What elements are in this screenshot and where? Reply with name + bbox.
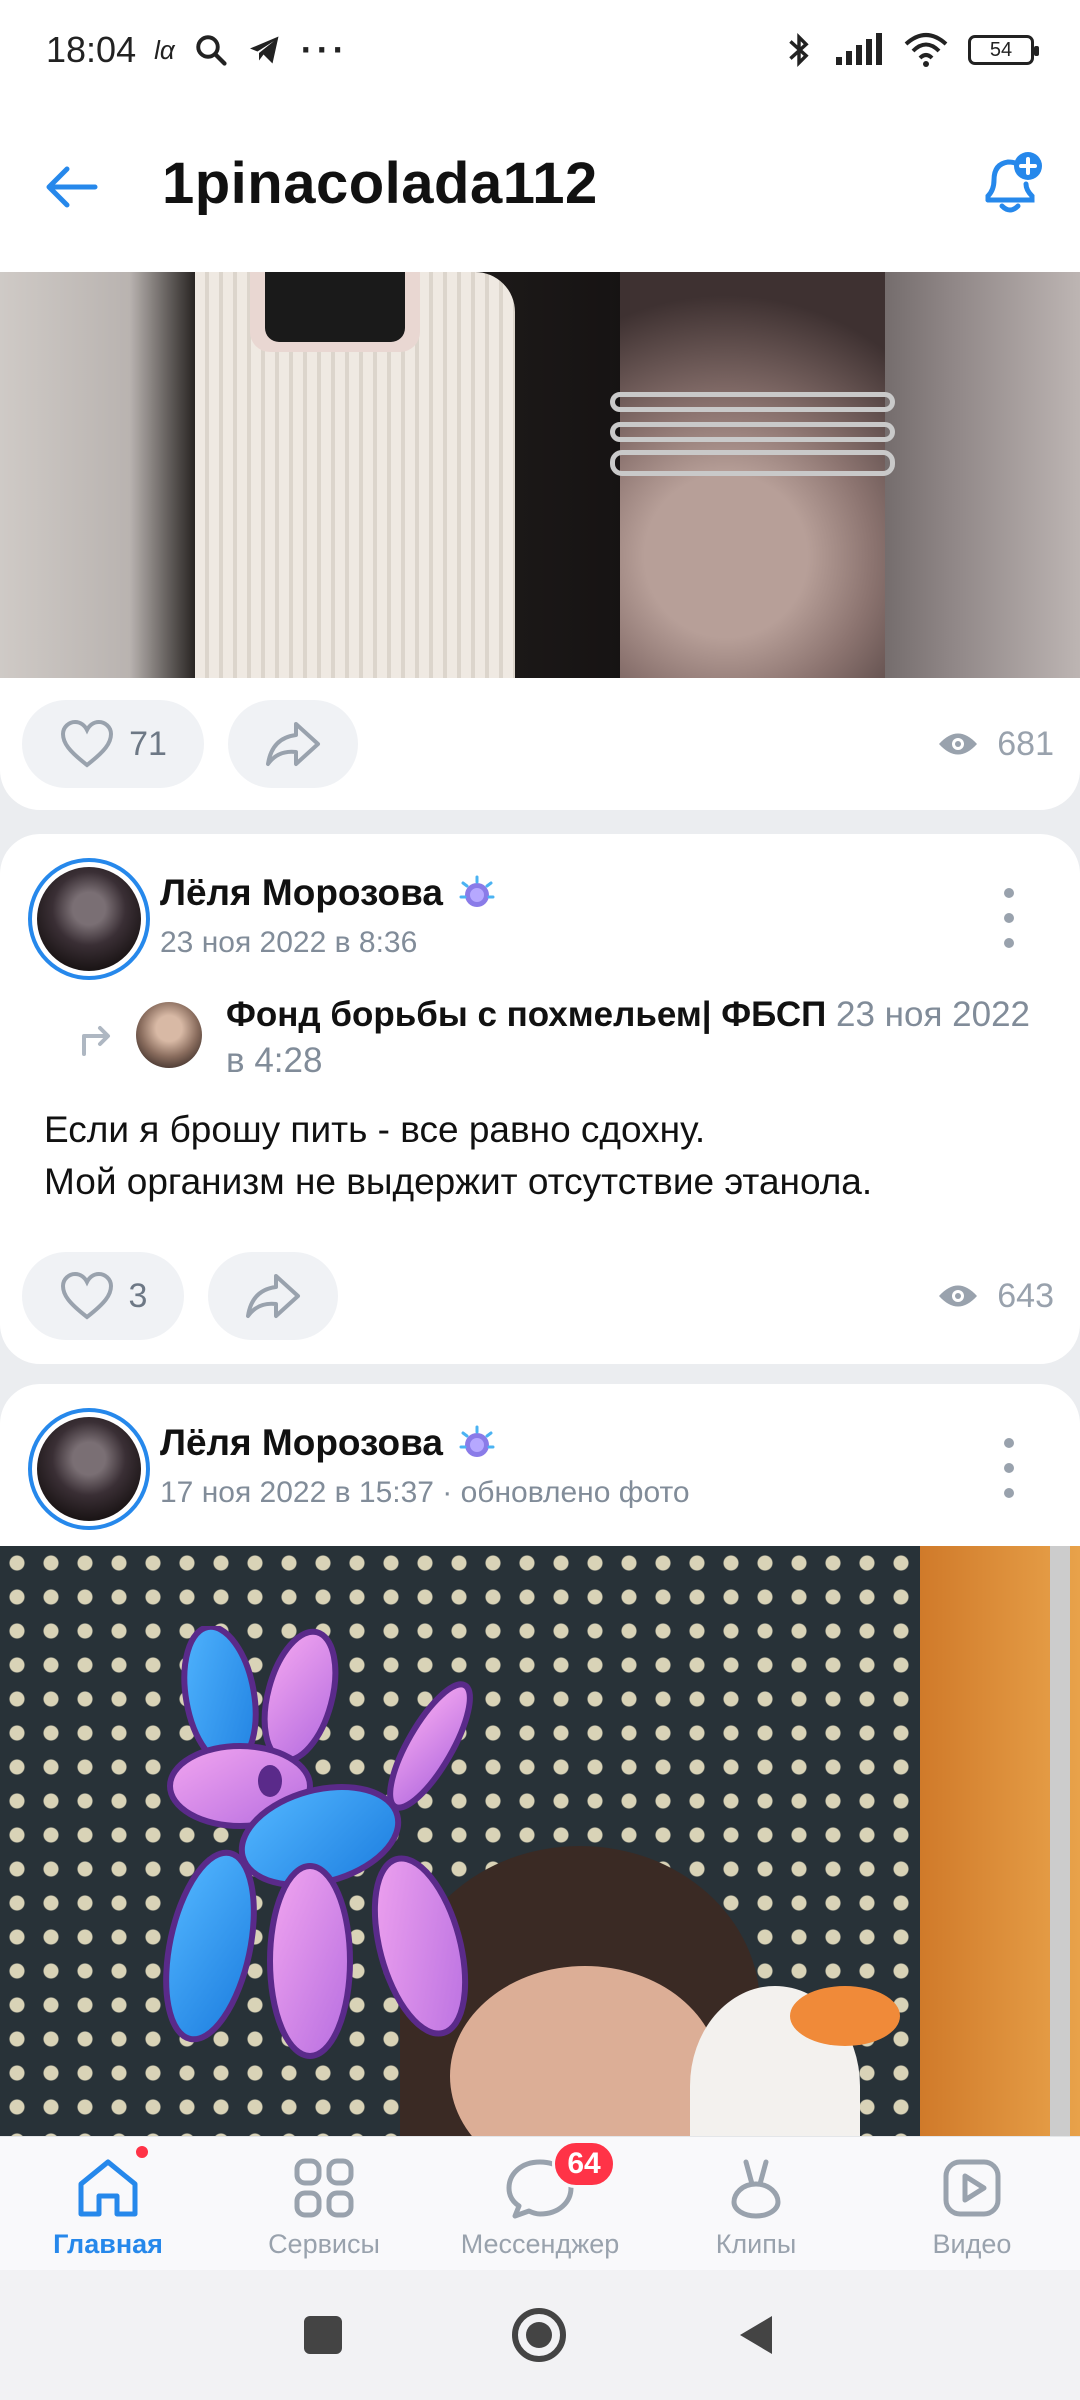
telegram-icon [249, 36, 279, 64]
avatar-image [37, 867, 141, 971]
repost-source[interactable]: Фонд борьбы с похмельем| ФБСП 23 ноя 202… [70, 992, 1070, 1092]
more-vertical-icon [1004, 913, 1014, 923]
balloon-dog-sticker [163, 1626, 473, 2059]
signal-icon [836, 33, 882, 65]
photo-frame-edge [1050, 1546, 1070, 2146]
photo-chain-bracelet [610, 422, 895, 442]
author-name: Лёля Морозова [160, 872, 443, 913]
post-header: Лёля Морозова 23 ноя 2022 в 8:36 [0, 834, 1080, 984]
photo-watch-face [265, 272, 405, 342]
bottom-navigation: Главная Сервисы Мессенджер Клипы Видео [0, 2136, 1080, 2270]
notifications-plus-icon [985, 152, 1042, 213]
views-counter: 643 [937, 1252, 1054, 1340]
nav-services[interactable]: Сервисы [216, 2137, 432, 2270]
more-vertical-icon [1004, 1438, 1014, 1448]
post-actions: 71 681 [0, 700, 1080, 790]
status-bar: 18:04 lα ··· 54 [0, 0, 1080, 100]
share-button[interactable] [228, 700, 358, 788]
messenger-unread-badge: 64 [552, 2140, 616, 2188]
author-avatar[interactable] [28, 1408, 150, 1530]
repost-source-avatar[interactable] [136, 1002, 202, 1068]
post-text-line: Мой организм не выдержит отсутствие этан… [44, 1161, 873, 1202]
nav-clips[interactable]: Клипы [648, 2137, 864, 2270]
video-icon [943, 2159, 1001, 2217]
author-name-row[interactable]: Лёля Морозова [160, 1422, 497, 1464]
back-arrow-icon [46, 166, 98, 208]
repost-arrow-icon [82, 1026, 110, 1056]
share-button[interactable] [208, 1252, 338, 1340]
status-emoji-icon [459, 1425, 495, 1457]
nav-label: Видео [932, 2229, 1012, 2259]
photo-plush-beak [790, 1986, 900, 2046]
post-photo[interactable] [0, 1546, 1080, 2146]
nav-home[interactable]: Главная [0, 2137, 216, 2270]
author-name: Лёля Морозова [160, 1422, 443, 1463]
more-vertical-icon [1004, 938, 1014, 948]
avatar-image [37, 1417, 141, 1521]
nav-video[interactable]: Видео [864, 2137, 1080, 2270]
repost-source-name[interactable]: Фонд борьбы с похмельем| ФБСП [226, 995, 826, 1034]
post-date: 23 ноя 2022 в 8:36 [160, 926, 418, 959]
views-count: 643 [997, 1276, 1054, 1315]
back-button[interactable] [36, 152, 106, 222]
post-date: 17 ноя 2022 в 15:37 · обновлено фото [160, 1476, 690, 1509]
share-icon [246, 1274, 300, 1318]
nav-label: Сервисы [268, 2229, 380, 2259]
eye-icon [939, 1285, 978, 1307]
repost-source-text: Фонд борьбы с похмельем| ФБСП 23 ноя 202… [226, 992, 1056, 1084]
views-counter: 681 [937, 700, 1054, 788]
back-system-button[interactable] [736, 2312, 776, 2358]
like-button[interactable]: 71 [22, 700, 204, 788]
post-photo[interactable] [0, 272, 1080, 678]
post-actions: 3 643 [0, 1252, 1080, 1342]
photo-chain-bracelet [610, 392, 895, 412]
more-vertical-icon [1004, 1463, 1014, 1473]
like-count: 71 [129, 724, 167, 763]
notifications-subscribe-button[interactable] [970, 146, 1050, 226]
search-icon [196, 35, 227, 66]
like-count: 3 [128, 1276, 148, 1315]
heart-icon [61, 719, 114, 768]
nav-label: Главная [53, 2229, 163, 2259]
post-text: Если я брошу пить - все равно сдохну. Мо… [44, 1104, 1044, 1208]
home-system-button[interactable] [512, 2308, 566, 2362]
system-navigation-bar [0, 2270, 1080, 2400]
post-menu-button[interactable] [994, 888, 1024, 948]
photo-chain-bracelet [610, 450, 895, 476]
share-icon [266, 722, 320, 766]
bluetooth-icon [789, 33, 809, 67]
page-title: 1pinacolada112 [162, 151, 598, 216]
home-notification-dot [133, 2143, 151, 2161]
author-name-row[interactable]: Лёля Морозова [160, 872, 497, 914]
more-vertical-icon [1004, 888, 1014, 898]
app-header: 1pinacolada112 [0, 100, 1080, 272]
author-avatar[interactable] [28, 858, 150, 980]
wifi-icon [904, 33, 948, 67]
home-circle-icon [526, 2322, 552, 2348]
more-vertical-icon [1004, 1488, 1014, 1498]
screen: 18:04 lα ··· 54 1pinacolada112 71 681 Лё… [0, 0, 1080, 2400]
home-icon [78, 2159, 138, 2217]
nav-messenger[interactable]: Мессенджер [432, 2137, 648, 2270]
clips-icon [731, 2159, 781, 2219]
post-header: Лёля Морозова 17 ноя 2022 в 15:37 · обно… [0, 1384, 1080, 1534]
status-emoji-icon [459, 875, 495, 907]
battery-level: 54 [989, 38, 1013, 61]
battery-indicator: 54 [968, 35, 1039, 65]
more-notifications-icon: ··· [300, 29, 349, 70]
post-card: Лёля Морозова 23 ноя 2022 в 8:36 Фонд бо… [0, 834, 1080, 1364]
eye-icon [939, 733, 978, 755]
post-menu-button[interactable] [994, 1438, 1024, 1498]
like-button[interactable]: 3 [22, 1252, 184, 1340]
nav-label: Клипы [715, 2229, 797, 2259]
post-card: 71 681 [0, 272, 1080, 810]
heart-icon [60, 1271, 113, 1320]
nav-label: Мессенджер [460, 2229, 620, 2259]
status-app-icon: lα [154, 34, 175, 65]
recent-apps-button[interactable] [304, 2316, 342, 2354]
status-time: 18:04 [46, 29, 137, 70]
views-count: 681 [997, 724, 1054, 763]
services-icon [294, 2158, 354, 2218]
post-text-line: Если я брошу пить - все равно сдохну. [44, 1109, 706, 1150]
